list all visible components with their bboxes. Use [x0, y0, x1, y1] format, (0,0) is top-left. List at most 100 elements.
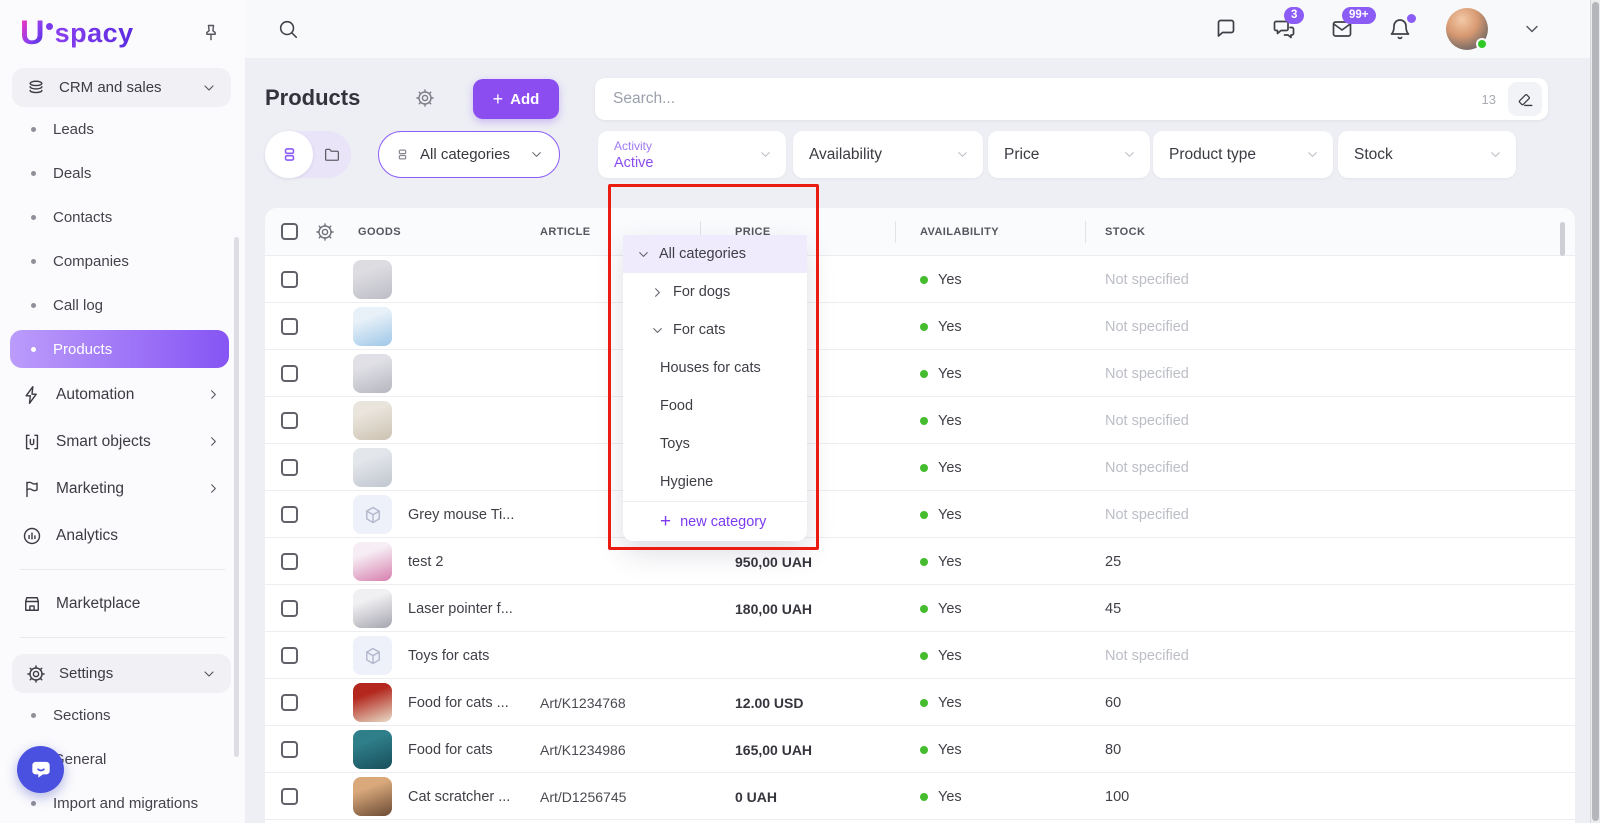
marketplace-label: Marketplace — [56, 595, 140, 613]
chevron-down-icon — [529, 147, 544, 162]
sidebar-item-analytics[interactable]: Analytics — [0, 512, 245, 559]
deals-label: Deals — [53, 165, 91, 182]
search-icon[interactable] — [277, 18, 299, 40]
chevron-right-icon — [206, 387, 221, 402]
sidebar-item-leads[interactable]: Leads — [0, 107, 245, 151]
row-checkbox[interactable] — [281, 647, 298, 664]
sidebar-item-smart-objects[interactable]: Smart objects — [0, 418, 245, 465]
column-header-article[interactable]: ARTICLE — [540, 226, 590, 238]
sidebar-item-settings[interactable]: Settings — [12, 654, 231, 693]
column-header-stock[interactable]: STOCK — [1105, 226, 1145, 238]
category-option-label: Toys — [660, 436, 690, 452]
gear-icon — [26, 664, 46, 684]
filter-price[interactable]: Price — [988, 131, 1150, 178]
sidebar-item-crm-and-sales[interactable]: CRM and sales — [12, 68, 231, 107]
comments-button[interactable] — [1214, 17, 1238, 41]
page-header: Products + Add 13 — [245, 78, 1590, 120]
category-option-for-cats[interactable]: For cats — [623, 311, 807, 349]
sidebar-item-deals[interactable]: Deals — [0, 151, 245, 195]
new-category-button[interactable]: + new category — [623, 501, 807, 541]
category-option-toys[interactable]: Toys — [623, 425, 807, 463]
activity-filter-value: Active — [614, 155, 654, 171]
select-all-checkbox[interactable] — [281, 223, 298, 240]
availability-dot — [920, 699, 928, 707]
stock-filter-label: Stock — [1354, 146, 1393, 164]
filter-activity[interactable]: Activity Active — [598, 131, 786, 178]
add-product-button[interactable]: + Add — [473, 79, 559, 119]
category-option-all-categories[interactable]: All categories — [623, 235, 807, 273]
table-row: Yes Not specified — [265, 303, 1575, 350]
category-option-hygiene[interactable]: Hygiene — [623, 463, 807, 501]
category-option-for-dogs[interactable]: For dogs — [623, 273, 807, 311]
support-chat-button[interactable] — [17, 746, 64, 793]
row-checkbox[interactable] — [281, 788, 298, 805]
pin-sidebar-icon[interactable] — [201, 23, 221, 43]
product-name[interactable]: Food for cats ... — [408, 679, 509, 726]
logo-dot — [46, 23, 53, 30]
logo-text: spacy — [55, 18, 134, 48]
column-header-goods[interactable]: GOODS — [358, 226, 401, 238]
product-name[interactable]: Laser pointer f... — [408, 585, 513, 632]
crm-layers-icon — [26, 78, 46, 98]
table-scrollbar[interactable] — [1560, 222, 1565, 256]
product-article: Art/K1234768 — [540, 679, 626, 726]
sidebar-item-call-log[interactable]: Call log — [0, 283, 245, 327]
product-availability: Yes — [920, 256, 962, 303]
row-checkbox[interactable] — [281, 694, 298, 711]
product-thumbnail — [353, 589, 392, 628]
filter-product-type[interactable]: Product type — [1153, 131, 1333, 178]
table-settings-gear-icon[interactable] — [315, 222, 335, 242]
bullet-dot — [31, 215, 36, 220]
sidebar-item-products[interactable]: Products — [10, 330, 229, 368]
row-checkbox[interactable] — [281, 506, 298, 523]
filter-stock[interactable]: Stock — [1338, 131, 1516, 178]
product-name[interactable]: Grey mouse Ti... — [408, 491, 514, 538]
category-filter-select[interactable]: All categories — [378, 131, 560, 178]
category-option-houses-for-cats[interactable]: Houses for cats — [623, 349, 807, 387]
category-option-food[interactable]: Food — [623, 387, 807, 425]
product-name[interactable]: Toys for cats — [408, 632, 489, 679]
availability-dot — [920, 511, 928, 519]
row-checkbox[interactable] — [281, 459, 298, 476]
row-checkbox[interactable] — [281, 741, 298, 758]
browser-scrollbar[interactable] — [1590, 0, 1600, 823]
sidebar-item-contacts[interactable]: Contacts — [0, 195, 245, 239]
product-name[interactable]: test 2 — [408, 538, 443, 585]
user-avatar[interactable] — [1446, 8, 1488, 50]
row-checkbox[interactable] — [281, 412, 298, 429]
folder-icon — [323, 146, 341, 164]
availability-dot — [920, 746, 928, 754]
page-title: Products — [265, 85, 360, 111]
row-checkbox[interactable] — [281, 553, 298, 570]
sidebar-item-marketplace[interactable]: Marketplace — [0, 580, 245, 627]
product-stock: 80 — [1105, 726, 1121, 773]
clear-search-button[interactable] — [1508, 82, 1542, 116]
profile-chevron-down-icon[interactable] — [1522, 19, 1542, 39]
sidebar-scrollbar[interactable] — [234, 237, 239, 757]
folder-view-button[interactable] — [313, 146, 351, 164]
notifications-button[interactable] — [1388, 17, 1412, 41]
availability-text: Yes — [938, 742, 962, 758]
chevron-right-icon — [650, 285, 665, 300]
mail-button[interactable]: 99+ — [1330, 17, 1354, 41]
products-settings-gear-icon[interactable] — [415, 88, 435, 108]
uspacy-logo[interactable]: U spacy — [20, 18, 134, 48]
search-input[interactable] — [613, 90, 1470, 108]
row-checkbox[interactable] — [281, 318, 298, 335]
product-name[interactable]: Cat scratcher ... — [408, 773, 510, 820]
sidebar-item-automation[interactable]: Automation — [0, 371, 245, 418]
sidebar-item-sections[interactable]: Sections — [0, 693, 245, 737]
row-checkbox[interactable] — [281, 600, 298, 617]
sidebar-item-marketing[interactable]: Marketing — [0, 465, 245, 512]
messenger-button[interactable]: 3 — [1272, 17, 1296, 41]
filter-availability[interactable]: Availability — [793, 131, 983, 178]
row-checkbox[interactable] — [281, 271, 298, 288]
bullet-dot — [31, 171, 36, 176]
product-name[interactable]: Food for cats — [408, 726, 493, 773]
row-checkbox[interactable] — [281, 365, 298, 382]
column-header-availability[interactable]: AVAILABILITY — [920, 226, 999, 238]
sidebar-item-companies[interactable]: Companies — [0, 239, 245, 283]
table-row: test 2 950,00 UAH Yes 25 — [265, 538, 1575, 585]
price-filter-label: Price — [1004, 146, 1039, 164]
list-view-button[interactable] — [265, 131, 313, 178]
